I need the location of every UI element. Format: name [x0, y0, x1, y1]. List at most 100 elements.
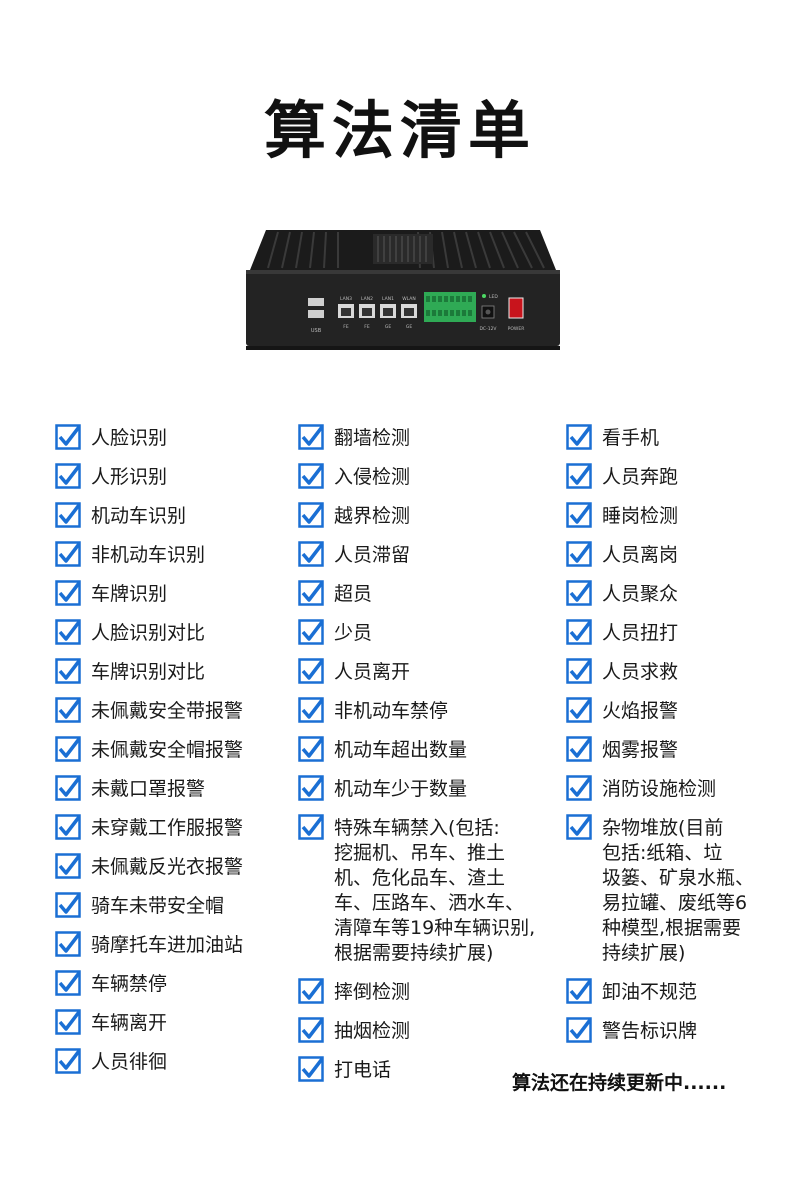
checkbox-checked-icon: [566, 541, 592, 567]
item-label: 人员聚众: [602, 583, 679, 605]
checkbox-checked-icon: [55, 541, 81, 567]
item-label: 杂物堆放(目前 包括:纸箱、垃 圾篓、矿泉水瓶、 易拉罐、废纸等6 种模型,根据…: [602, 817, 755, 964]
list-item: 人脸识别: [55, 424, 295, 451]
list-item: 车辆离开: [55, 1009, 295, 1036]
item-label: 非机动车识别: [91, 544, 206, 566]
algorithm-column-2: 翻墙检测 入侵检测 越界检测 人员滞留 超员 少员 人员离开 非机动车禁停 机动…: [298, 424, 556, 1095]
checkbox-checked-icon: [298, 463, 324, 489]
checkbox-checked-icon: [566, 814, 592, 840]
item-label: 未穿戴工作服报警: [91, 817, 244, 839]
checkbox-checked-icon: [298, 424, 324, 450]
usb-label: USB: [311, 328, 322, 334]
item-label: 消防设施检测: [602, 778, 717, 800]
list-item: 非机动车识别: [55, 541, 295, 568]
list-item: 人员徘徊: [55, 1048, 295, 1075]
item-label: 骑车未带安全帽: [91, 895, 225, 917]
list-item: 杂物堆放(目前 包括:纸箱、垃 圾篓、矿泉水瓶、 易拉罐、废纸等6 种模型,根据…: [566, 814, 786, 966]
item-label: 骑摩托车进加油站: [91, 934, 244, 956]
item-label: 人员离开: [334, 661, 411, 683]
checkbox-checked-icon: [566, 658, 592, 684]
item-label: 机动车超出数量: [334, 739, 468, 761]
checkbox-checked-icon: [298, 580, 324, 606]
list-item: 骑车未带安全帽: [55, 892, 295, 919]
checkbox-checked-icon: [566, 775, 592, 801]
list-item: 人员离开: [298, 658, 556, 685]
list-item: 未佩戴安全带报警: [55, 697, 295, 724]
list-item: 特殊车辆禁入(包括: 挖掘机、吊车、推土 机、危化品车、渣土 车、压路车、洒水车…: [298, 814, 556, 966]
item-label: 人形识别: [91, 466, 168, 488]
port-label-4: WLAN: [402, 296, 416, 302]
checkbox-checked-icon: [55, 619, 81, 645]
list-item: 人形识别: [55, 463, 295, 490]
item-label: 抽烟检测: [334, 1020, 411, 1042]
item-label: 翻墙检测: [334, 427, 411, 449]
checkbox-checked-icon: [566, 463, 592, 489]
list-item: 警告标识牌: [566, 1017, 786, 1044]
item-label: 人员求救: [602, 661, 679, 683]
item-label: 非机动车禁停: [334, 700, 449, 722]
item-label: 人员滞留: [334, 544, 411, 566]
item-label: 车辆禁停: [91, 973, 168, 995]
list-item: 少员: [298, 619, 556, 646]
checkbox-checked-icon: [566, 736, 592, 762]
list-item: 机动车超出数量: [298, 736, 556, 763]
list-item: 骑摩托车进加油站: [55, 931, 295, 958]
item-label: 人员徘徊: [91, 1051, 168, 1073]
list-item: 越界检测: [298, 502, 556, 529]
checkbox-checked-icon: [55, 970, 81, 996]
list-item: 人脸识别对比: [55, 619, 295, 646]
item-label: 睡岗检测: [602, 505, 679, 527]
list-item: 消防设施检测: [566, 775, 786, 802]
checkbox-checked-icon: [298, 502, 324, 528]
checkbox-checked-icon: [298, 814, 324, 840]
list-item: 非机动车禁停: [298, 697, 556, 724]
item-label: 烟雾报警: [602, 739, 679, 761]
item-label: 未戴口罩报警: [91, 778, 206, 800]
item-label: 人脸识别: [91, 427, 168, 449]
list-item: 卸油不规范: [566, 978, 786, 1005]
item-label: 人员奔跑: [602, 466, 679, 488]
list-item: 睡岗检测: [566, 502, 786, 529]
port-sublabel-4: GE: [406, 324, 412, 330]
checkbox-checked-icon: [566, 978, 592, 1004]
item-label: 车牌识别: [91, 583, 168, 605]
checkbox-checked-icon: [298, 978, 324, 1004]
list-item: 超员: [298, 580, 556, 607]
port-label-2: LAN2: [361, 296, 373, 302]
checkbox-checked-icon: [55, 463, 81, 489]
list-item: 机动车少于数量: [298, 775, 556, 802]
checkbox-checked-icon: [55, 697, 81, 723]
algorithm-column-1: 人脸识别 人形识别 机动车识别 非机动车识别 车牌识别 人脸识别对比 车牌识别对…: [55, 424, 295, 1087]
checkbox-checked-icon: [298, 1056, 324, 1082]
item-label: 未佩戴安全帽报警: [91, 739, 244, 761]
item-label: 人脸识别对比: [91, 622, 206, 644]
list-item: 抽烟检测: [298, 1017, 556, 1044]
checkbox-checked-icon: [566, 697, 592, 723]
list-item: 火焰报警: [566, 697, 786, 724]
item-label: 越界检测: [334, 505, 411, 527]
list-item: 入侵检测: [298, 463, 556, 490]
item-label: 特殊车辆禁入(包括: 挖掘机、吊车、推土 机、危化品车、渣土 车、压路车、洒水车…: [334, 817, 536, 964]
power-label: POWER: [508, 326, 525, 332]
item-label: 打电话: [334, 1059, 392, 1081]
checkbox-checked-icon: [298, 619, 324, 645]
checkbox-checked-icon: [55, 658, 81, 684]
list-item: 人员求救: [566, 658, 786, 685]
checkbox-checked-icon: [298, 541, 324, 567]
page-title: 算法清单: [263, 94, 536, 167]
checkbox-checked-icon: [55, 814, 81, 840]
list-item: 翻墙检测: [298, 424, 556, 451]
list-item: 车辆禁停: [55, 970, 295, 997]
port-sublabel-1: FE: [343, 324, 349, 330]
checkbox-checked-icon: [298, 736, 324, 762]
dc-label: DC-12V: [479, 326, 497, 332]
list-item: 人员滞留: [298, 541, 556, 568]
item-label: 摔倒检测: [334, 981, 411, 1003]
item-label: 超员: [334, 583, 373, 605]
list-item: 人员扭打: [566, 619, 786, 646]
item-label: 车牌识别对比: [91, 661, 206, 683]
item-label: 机动车识别: [91, 505, 187, 527]
algorithm-column-3: 看手机 人员奔跑 睡岗检测 人员离岗 人员聚众 人员扭打 人员求救 火焰报警 烟…: [566, 424, 786, 1056]
checkbox-checked-icon: [298, 1017, 324, 1043]
item-label: 机动车少于数量: [334, 778, 468, 800]
